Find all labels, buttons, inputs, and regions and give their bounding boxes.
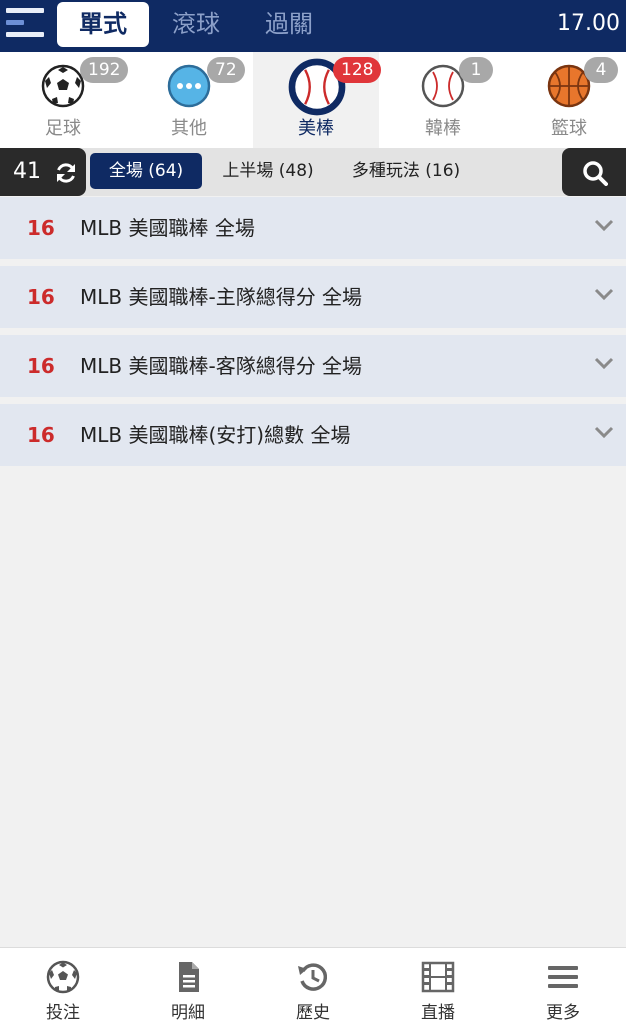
history-icon (298, 963, 328, 991)
sport-count-badge: 192 (80, 57, 129, 83)
nav-label: 歷史 (296, 1003, 330, 1023)
refresh-icon[interactable] (54, 161, 78, 185)
nav-more[interactable]: 更多 (500, 948, 626, 1024)
tab-live[interactable]: 滾球 (158, 2, 234, 47)
bottom-nav: 投注 明細 歷史 直播 更多 (0, 947, 626, 1024)
sport-count-badge: 72 (207, 57, 245, 83)
league-count: 16 (27, 423, 55, 447)
top-bar: 單式 滾球 過關 17.00 (0, 0, 626, 52)
sport-label: 韓棒 (425, 118, 461, 139)
sport-item-other[interactable]: 72 其他 (126, 52, 252, 148)
nav-label: 更多 (546, 1003, 580, 1023)
tab-parlay[interactable]: 過關 (251, 2, 327, 47)
chevron-down-icon (594, 426, 614, 439)
nav-details[interactable]: 明細 (125, 948, 251, 1024)
film-icon (421, 961, 455, 993)
document-icon (179, 962, 199, 992)
sport-label: 其他 (171, 118, 207, 139)
more-dots-icon (167, 64, 211, 108)
sport-label: 籃球 (551, 118, 587, 139)
league-count: 16 (27, 216, 55, 240)
league-title: MLB 美國職棒-主隊總得分 全場 (80, 285, 363, 309)
sport-count-badge: 4 (584, 57, 618, 83)
refresh-counter[interactable]: 41 (0, 148, 86, 196)
search-icon (583, 161, 608, 186)
chevron-down-icon (594, 357, 614, 370)
menu-icon (548, 966, 578, 988)
nav-live-stream[interactable]: 直播 (375, 948, 501, 1024)
hamburger-menu-icon[interactable] (6, 7, 44, 43)
chevron-down-icon (594, 219, 614, 232)
sport-item-basketball[interactable]: 4 籃球 (506, 52, 626, 148)
sport-item-mlb[interactable]: 128 美棒 (253, 52, 382, 148)
league-title: MLB 美國職棒(安打)總數 全場 (80, 423, 351, 447)
league-title: MLB 美國職棒 全場 (80, 216, 255, 240)
league-title: MLB 美國職棒-客隊總得分 全場 (80, 354, 363, 378)
event-count: 41 (13, 159, 41, 184)
league-row[interactable]: 16 MLB 美國職棒(安打)總數 全場 (0, 404, 626, 466)
filter-tab-full-game[interactable]: 全場 (64) (90, 153, 202, 189)
nav-label: 明細 (171, 1003, 205, 1023)
league-row[interactable]: 16 MLB 美國職棒 全場 (0, 197, 626, 259)
sport-item-kbo[interactable]: 1 韓棒 (380, 52, 506, 148)
account-balance: 17.00 (557, 11, 620, 36)
league-count: 16 (27, 285, 55, 309)
sport-item-soccer[interactable]: 192 足球 (0, 52, 129, 148)
filter-tab-first-half[interactable]: 上半場 (48) (210, 153, 326, 189)
sport-selector: 192 足球 72 其他 128 美棒 1 韓棒 4 籃球 (0, 52, 626, 148)
nav-bet[interactable]: 投注 (0, 948, 126, 1024)
chevron-down-icon (594, 288, 614, 301)
league-count: 16 (27, 354, 55, 378)
nav-history[interactable]: 歷史 (250, 948, 376, 1024)
filter-tab-multi-bets[interactable]: 多種玩法 (16) (336, 153, 476, 189)
sport-label: 足球 (45, 118, 81, 139)
league-row[interactable]: 16 MLB 美國職棒-主隊總得分 全場 (0, 266, 626, 328)
tab-single[interactable]: 單式 (57, 2, 149, 47)
sport-label: 美棒 (298, 118, 334, 139)
filter-bar: 41 全場 (64) 上半場 (48) 多種玩法 (16) (0, 148, 626, 196)
nav-label: 投注 (46, 1003, 80, 1023)
nav-label: 直播 (421, 1003, 455, 1023)
league-row[interactable]: 16 MLB 美國職棒-客隊總得分 全場 (0, 335, 626, 397)
soccer-ball-icon (46, 960, 80, 994)
sport-count-badge: 128 (333, 57, 382, 83)
search-button[interactable] (562, 148, 626, 196)
sport-count-badge: 1 (459, 57, 493, 83)
soccer-ball-icon (41, 64, 85, 108)
